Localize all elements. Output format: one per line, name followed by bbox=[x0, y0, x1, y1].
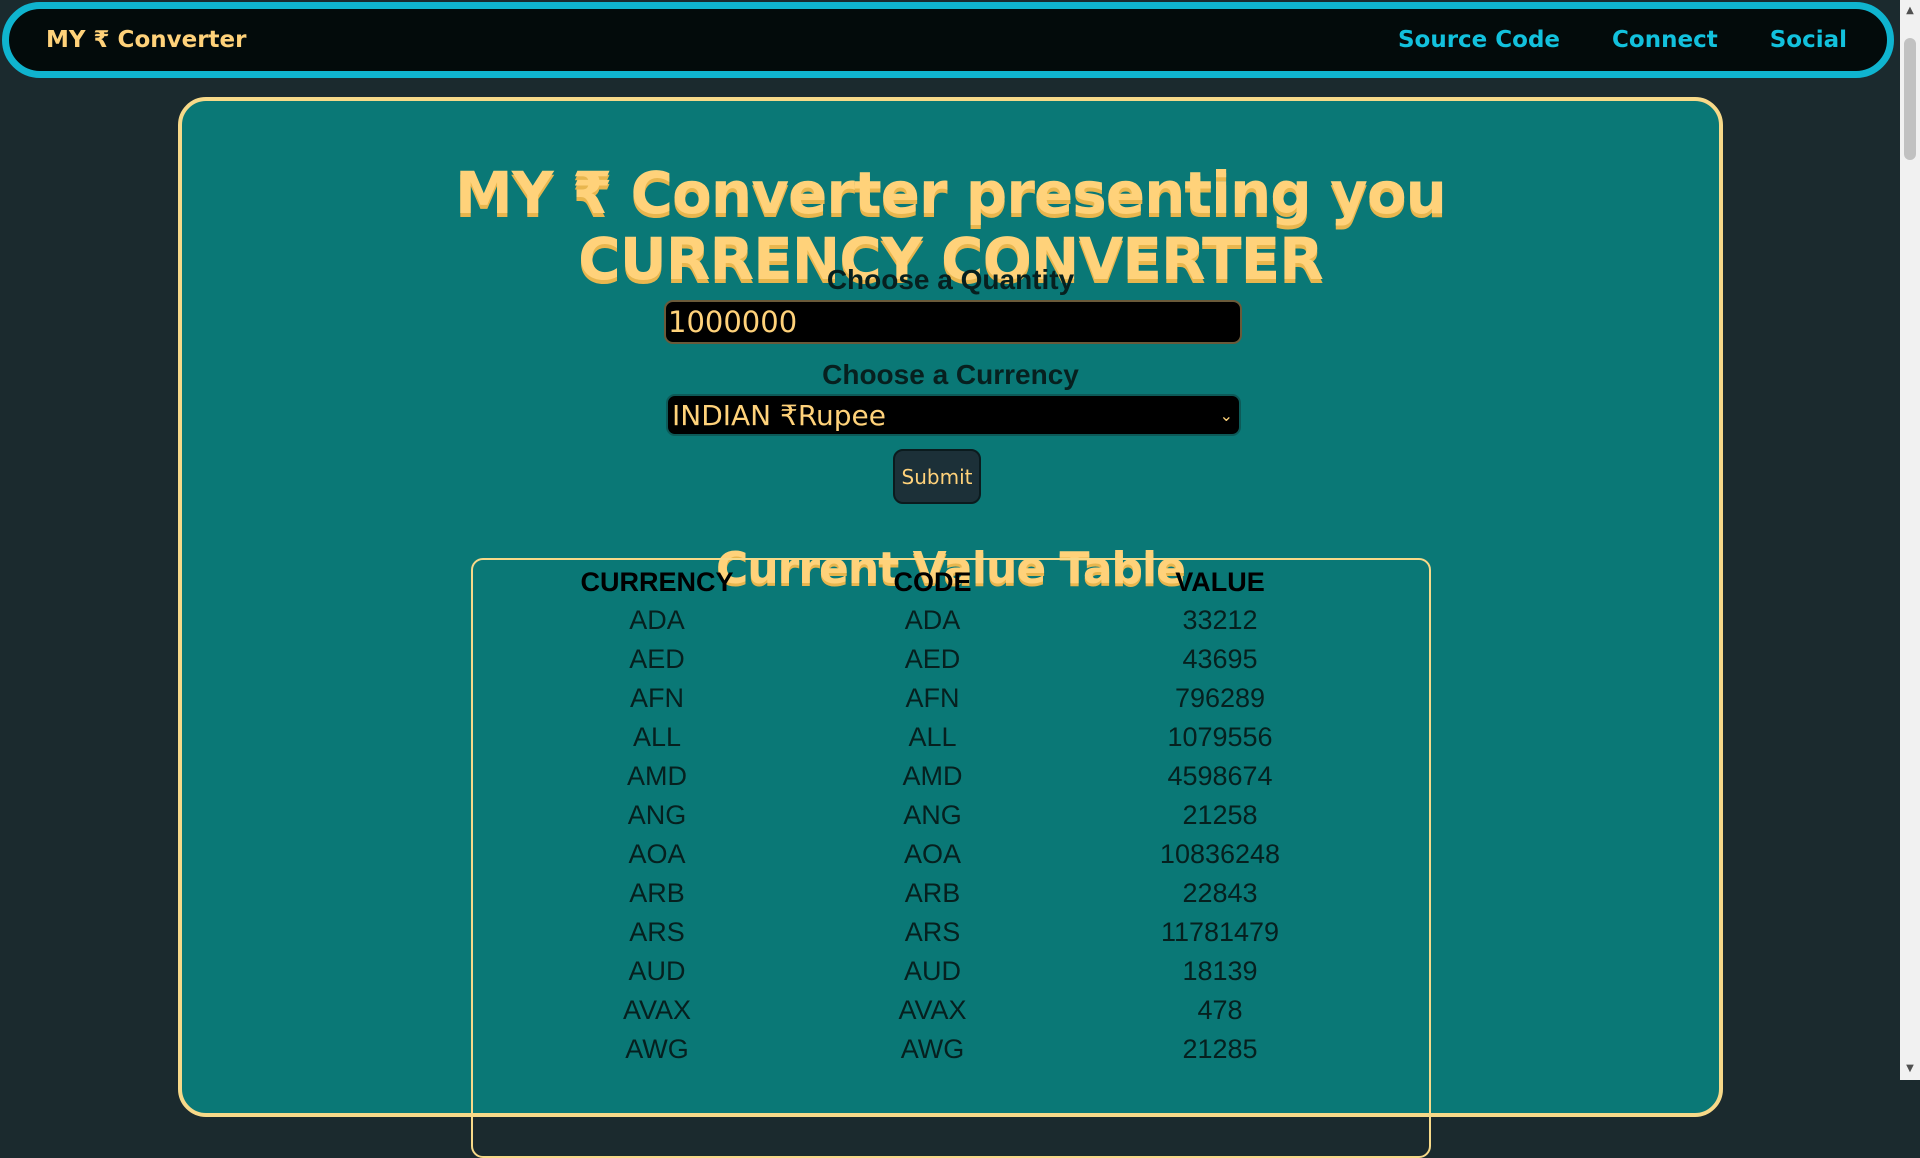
cell-currency: ALL bbox=[632, 722, 682, 752]
cell-currency: AVAX bbox=[622, 995, 692, 1025]
cell-code: AFN bbox=[905, 683, 960, 713]
cell-currency: ARS bbox=[629, 917, 685, 947]
cell-value: 10836248 bbox=[1159, 839, 1281, 869]
cell-code: AED bbox=[904, 644, 961, 674]
title-line-1: MY ₹ Converter presenting you bbox=[455, 158, 1447, 227]
cell-currency: AMD bbox=[627, 761, 687, 791]
cell-value: 1079556 bbox=[1167, 722, 1273, 752]
scroll-down-arrow-icon[interactable]: ▼ bbox=[1904, 1062, 1916, 1076]
quantity-label: Choose a Quantity bbox=[826, 264, 1075, 295]
table-row: AMD AMD 4598674 bbox=[519, 757, 1370, 796]
cell-value: 22843 bbox=[1182, 878, 1258, 908]
cell-code: ALL bbox=[908, 722, 957, 752]
navbar: MY ₹ Converter Source Code Connect Socia… bbox=[2, 2, 1894, 78]
table-row: ANG ANG 21258 bbox=[519, 796, 1370, 835]
brand-logo[interactable]: MY ₹ Converter bbox=[46, 27, 247, 53]
nav-links: Source Code Connect Social bbox=[1398, 27, 1847, 53]
currency-select[interactable]: INDIAN ₹Rupee ⌄ bbox=[666, 394, 1241, 436]
nav-link-connect[interactable]: Connect bbox=[1612, 27, 1718, 53]
submit-button[interactable]: Submit bbox=[893, 449, 981, 504]
cell-code: ARS bbox=[904, 917, 961, 947]
cell-code: AVAX bbox=[898, 995, 967, 1025]
converter-card: MY ₹ Converter presenting you CURRENCY C… bbox=[178, 97, 1723, 1158]
value-table: CURRENCY CODE VALUE ADA ADA 33212 AED AED 43… bbox=[519, 564, 1370, 1069]
table-row: AUD AUD 18139 bbox=[519, 952, 1370, 991]
table-row: AWG AWG 21285 bbox=[519, 1030, 1370, 1069]
cell-code: ADA bbox=[904, 605, 961, 635]
scroll-up-arrow-icon[interactable]: ▲ bbox=[1904, 4, 1916, 18]
table-row: AVAX AVAX 478 bbox=[519, 991, 1370, 1030]
page-scrollbar[interactable]: ▲ ▼ bbox=[1900, 0, 1920, 1080]
table-row: ARS ARS 11781479 bbox=[519, 913, 1370, 952]
cell-code: ARB bbox=[904, 878, 961, 908]
cell-value: 11781479 bbox=[1160, 917, 1280, 947]
cell-value: 478 bbox=[1197, 995, 1243, 1025]
cell-code: AWG bbox=[900, 1034, 965, 1064]
cell-value: 21258 bbox=[1182, 800, 1258, 830]
nav-link-social[interactable]: Social bbox=[1770, 27, 1847, 53]
cell-currency: AOA bbox=[628, 839, 686, 869]
chevron-down-icon: ⌄ bbox=[1219, 405, 1233, 425]
cell-value: 796289 bbox=[1174, 683, 1266, 713]
cell-value: 43695 bbox=[1182, 644, 1258, 674]
cell-value: 18139 bbox=[1182, 956, 1258, 986]
cell-code: ANG bbox=[903, 800, 962, 830]
nav-link-source-code[interactable]: Source Code bbox=[1398, 27, 1560, 53]
currency-label: Choose a Currency bbox=[822, 359, 1079, 390]
header-code: CODE bbox=[893, 567, 972, 597]
cell-currency: AUD bbox=[628, 956, 686, 986]
quantity-input[interactable] bbox=[664, 300, 1242, 344]
cell-currency: AED bbox=[629, 644, 685, 674]
cell-currency: AWG bbox=[625, 1034, 689, 1064]
cell-currency: AFN bbox=[630, 683, 684, 713]
currency-selected-value: INDIAN ₹Rupee bbox=[672, 398, 887, 432]
table-header-row: CURRENCY CODE VALUE bbox=[519, 564, 1370, 601]
header-value: VALUE bbox=[1175, 567, 1265, 597]
scrollbar-thumb[interactable] bbox=[1904, 38, 1916, 160]
cell-value: 4598674 bbox=[1167, 761, 1273, 791]
cell-code: AOA bbox=[903, 839, 962, 869]
cell-code: AMD bbox=[902, 761, 963, 791]
table-row: ARB ARB 22843 bbox=[519, 874, 1370, 913]
table-row: ADA ADA 33212 bbox=[519, 601, 1370, 640]
value-table-container[interactable]: CURRENCY CODE VALUE ADA ADA 33212 AED AED 43… bbox=[471, 558, 1431, 1158]
table-row: AFN AFN 796289 bbox=[519, 679, 1370, 718]
cell-code: AUD bbox=[903, 956, 961, 986]
cell-currency: ADA bbox=[629, 605, 685, 635]
table-row: AED AED 43695 bbox=[519, 640, 1370, 679]
cell-value: 21285 bbox=[1182, 1034, 1258, 1064]
table-row: AOA AOA 10836248 bbox=[519, 835, 1370, 874]
header-currency: CURRENCY bbox=[580, 567, 734, 597]
cell-currency: ARB bbox=[629, 878, 685, 908]
table-row: ALL ALL 1079556 bbox=[519, 718, 1370, 757]
cell-value: 33212 bbox=[1182, 605, 1258, 635]
cell-currency: ANG bbox=[627, 800, 687, 830]
